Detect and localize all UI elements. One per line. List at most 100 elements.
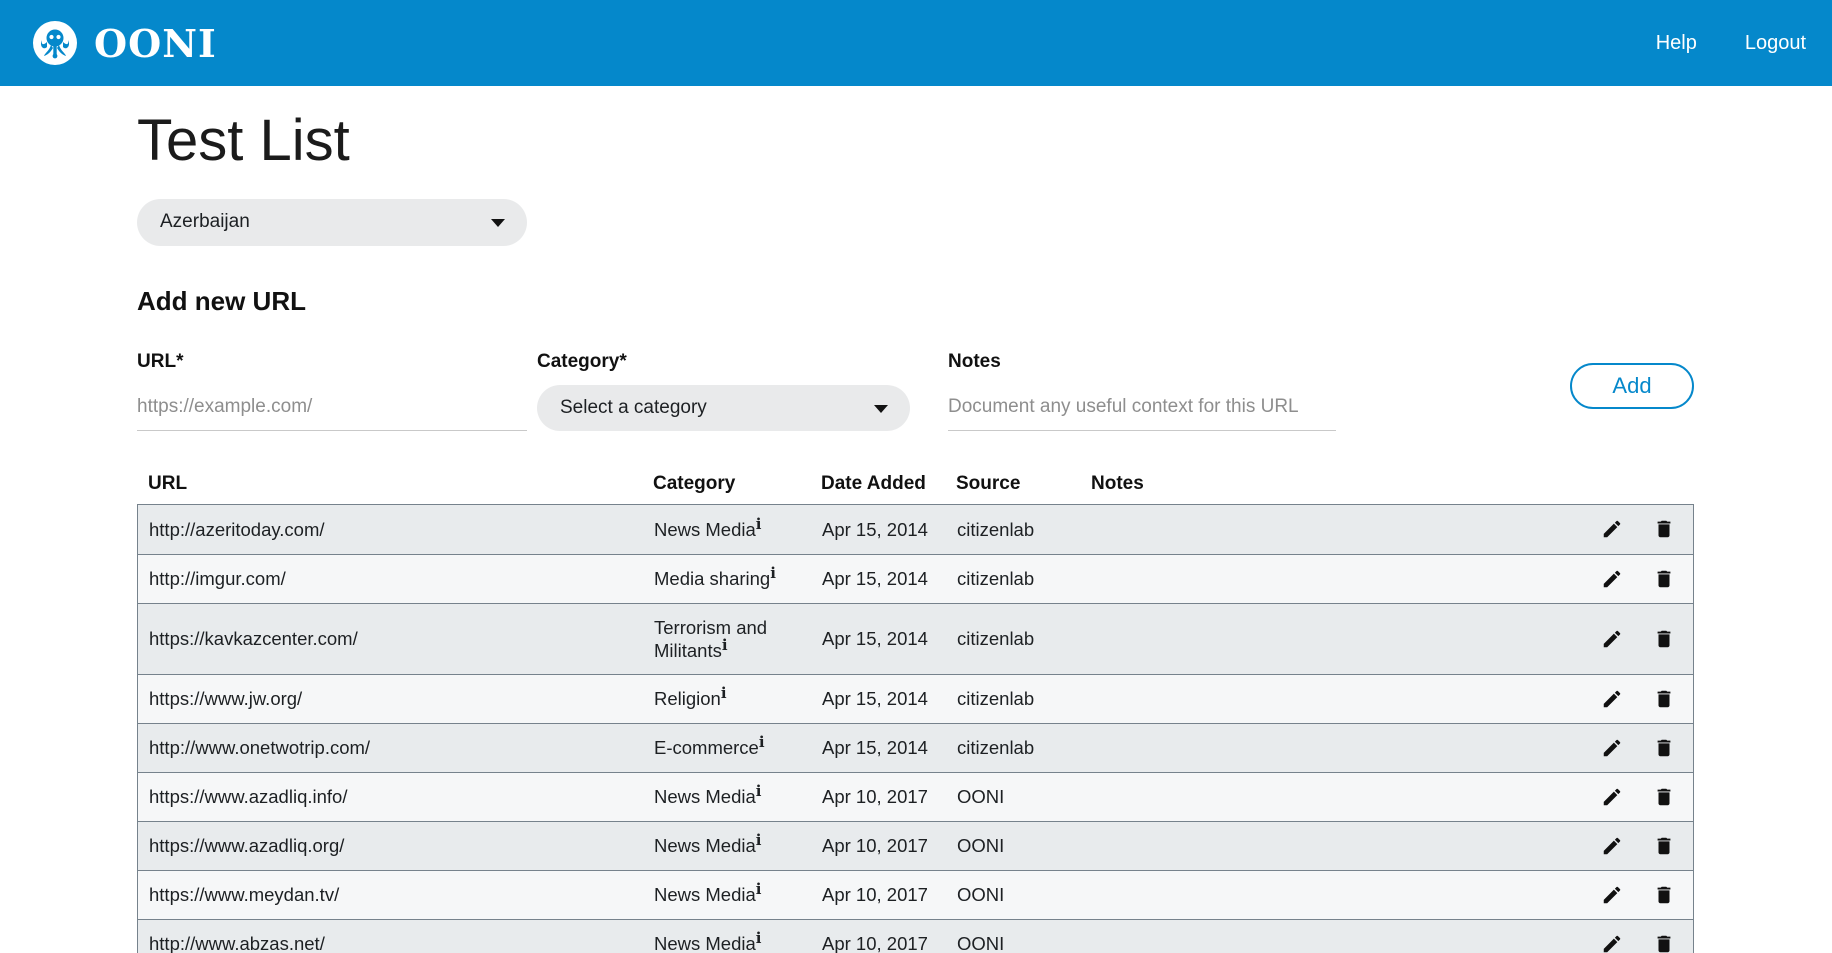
trash-icon[interactable]: [1653, 786, 1675, 808]
row-category-text: News Media: [654, 519, 756, 540]
row-source: citizenlab: [957, 615, 1092, 662]
category-info-icon[interactable]: i: [770, 564, 776, 582]
row-date: Apr 10, 2017: [822, 773, 957, 820]
row-actions: [1573, 676, 1693, 722]
row-source: citizenlab: [957, 555, 1092, 602]
country-select-value: Azerbaijan: [160, 211, 250, 233]
row-source: citizenlab: [957, 506, 1092, 553]
table-row: https://www.jw.org/ Religioni Apr 15, 20…: [138, 674, 1693, 723]
brand: OONI: [30, 18, 217, 68]
row-date: Apr 10, 2017: [822, 822, 957, 869]
pencil-icon[interactable]: [1601, 688, 1623, 710]
country-select[interactable]: Azerbaijan: [137, 199, 527, 246]
pencil-icon[interactable]: [1601, 786, 1623, 808]
row-category: News Mediai: [654, 822, 822, 869]
row-notes: [1092, 883, 1573, 907]
row-actions: [1573, 506, 1693, 552]
pencil-icon[interactable]: [1601, 518, 1623, 540]
add-button[interactable]: Add: [1570, 363, 1694, 409]
row-url: http://imgur.com/: [149, 555, 654, 602]
table-header: URL Category Date Added Source Notes: [137, 473, 1694, 504]
ooni-octopus-icon: [30, 18, 80, 68]
trash-icon[interactable]: [1653, 884, 1675, 906]
trash-icon[interactable]: [1653, 568, 1675, 590]
category-info-icon[interactable]: i: [756, 782, 762, 800]
add-url-heading: Add new URL: [137, 286, 1694, 317]
row-category-text: News Media: [654, 884, 756, 905]
table-row: http://www.onetwotrip.com/ E-commercei A…: [138, 723, 1693, 772]
page-title: Test List: [137, 108, 1694, 175]
row-source: OONI: [957, 871, 1092, 918]
row-date: Apr 15, 2014: [822, 555, 957, 602]
category-info-icon[interactable]: i: [756, 880, 762, 898]
category-info-icon[interactable]: i: [756, 929, 762, 947]
row-actions: [1573, 616, 1693, 662]
col-header-source: Source: [956, 473, 1091, 504]
trash-icon[interactable]: [1653, 518, 1675, 540]
app-header: OONI Help Logout: [0, 0, 1832, 86]
trash-icon[interactable]: [1653, 688, 1675, 710]
table-row: https://www.meydan.tv/ News Mediai Apr 1…: [138, 870, 1693, 919]
row-category: News Mediai: [654, 871, 822, 918]
category-select[interactable]: Select a category: [537, 385, 910, 431]
category-info-icon[interactable]: i: [722, 636, 728, 654]
row-category: Religioni: [654, 675, 822, 722]
pencil-icon[interactable]: [1601, 835, 1623, 857]
notes-label: Notes: [948, 351, 1336, 373]
category-select-placeholder: Select a category: [560, 397, 707, 419]
pencil-icon[interactable]: [1601, 568, 1623, 590]
row-source: citizenlab: [957, 675, 1092, 722]
row-actions: [1573, 921, 1693, 953]
main-content: Test List Azerbaijan Add new URL URL* Ca…: [0, 108, 1832, 953]
pencil-icon[interactable]: [1601, 933, 1623, 953]
pencil-icon[interactable]: [1601, 628, 1623, 650]
row-date: Apr 10, 2017: [822, 871, 957, 918]
row-url: http://www.onetwotrip.com/: [149, 724, 654, 771]
table-row: https://www.azadliq.org/ News Mediai Apr…: [138, 821, 1693, 870]
url-table: http://azeritoday.com/ News Mediai Apr 1…: [137, 504, 1694, 953]
row-actions: [1573, 823, 1693, 869]
table-row: https://www.azadliq.info/ News Mediai Ap…: [138, 772, 1693, 821]
notes-input[interactable]: [948, 385, 1336, 431]
category-info-icon[interactable]: i: [721, 684, 727, 702]
row-url: https://kavkazcenter.com/: [149, 615, 654, 662]
category-info-icon[interactable]: i: [756, 514, 762, 532]
category-info-icon[interactable]: i: [759, 733, 765, 751]
row-url: https://www.meydan.tv/: [149, 871, 654, 918]
row-notes: [1092, 687, 1573, 711]
row-notes: [1092, 567, 1573, 591]
row-date: Apr 15, 2014: [822, 506, 957, 553]
row-notes: [1092, 932, 1573, 953]
trash-icon[interactable]: [1653, 933, 1675, 953]
row-url: http://www.abzas.net/: [149, 920, 654, 953]
pencil-icon[interactable]: [1601, 737, 1623, 759]
row-category: News Mediai: [654, 773, 822, 820]
trash-icon[interactable]: [1653, 737, 1675, 759]
row-category-text: E-commerce: [654, 737, 759, 758]
table-row: http://imgur.com/ Media sharingi Apr 15,…: [138, 554, 1693, 603]
row-date: Apr 15, 2014: [822, 675, 957, 722]
row-category: News Mediai: [654, 506, 822, 553]
row-notes: [1092, 627, 1573, 651]
row-category: E-commercei: [654, 724, 822, 771]
col-header-notes: Notes: [1091, 473, 1574, 504]
row-url: http://azeritoday.com/: [149, 506, 654, 553]
trash-icon[interactable]: [1653, 835, 1675, 857]
col-header-category: Category: [653, 473, 821, 504]
trash-icon[interactable]: [1653, 628, 1675, 650]
row-category: Terrorism and Militantsi: [654, 604, 822, 674]
logout-link[interactable]: Logout: [1745, 32, 1806, 55]
row-url: https://www.jw.org/: [149, 675, 654, 722]
row-category-text: News Media: [654, 835, 756, 856]
row-category-text: Terrorism and Militants: [654, 617, 767, 661]
row-date: Apr 15, 2014: [822, 615, 957, 662]
url-label: URL*: [137, 351, 527, 373]
url-input[interactable]: [137, 385, 527, 431]
required-mark: *: [176, 351, 183, 372]
row-source: OONI: [957, 773, 1092, 820]
row-date: Apr 10, 2017: [822, 920, 957, 953]
pencil-icon[interactable]: [1601, 884, 1623, 906]
help-link[interactable]: Help: [1656, 32, 1697, 55]
category-info-icon[interactable]: i: [756, 831, 762, 849]
row-source: citizenlab: [957, 724, 1092, 771]
